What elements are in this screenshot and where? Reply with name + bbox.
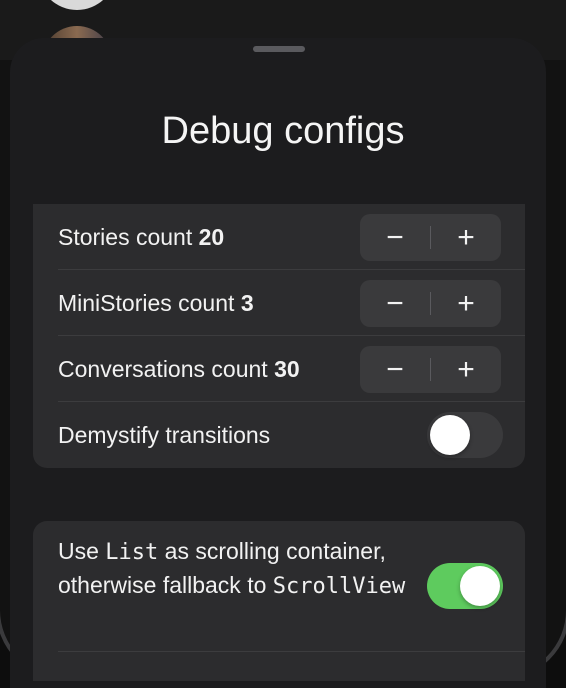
stories-count-label: Stories count 20 bbox=[58, 224, 225, 250]
avatar bbox=[38, 0, 116, 10]
conversations-count-label: Conversations count 30 bbox=[58, 356, 300, 382]
decrement-button[interactable]: − bbox=[360, 346, 430, 393]
toggle-knob bbox=[430, 415, 470, 455]
stories-count-value: 20 bbox=[198, 224, 225, 250]
use-list-toggle[interactable] bbox=[427, 563, 503, 609]
ministories-count-label: MiniStories count 3 bbox=[58, 290, 254, 316]
sheet-grabber[interactable] bbox=[253, 46, 305, 52]
toggle-knob bbox=[460, 566, 500, 606]
scrolling-settings-group: Use List as scrolling container, otherwi… bbox=[33, 521, 525, 681]
ministories-count-row: MiniStories count 3 − + bbox=[33, 270, 525, 336]
increment-button[interactable]: + bbox=[431, 346, 501, 393]
code-list: List bbox=[105, 540, 159, 565]
conversations-count-row: Conversations count 30 − + bbox=[33, 336, 525, 402]
increment-button[interactable]: + bbox=[431, 280, 501, 327]
use-list-label: Use List as scrolling container, otherwi… bbox=[58, 538, 406, 599]
settings-group: Stories count 20 − + MiniStories count 3… bbox=[33, 204, 525, 468]
conversations-count-value: 30 bbox=[274, 356, 300, 382]
increment-button[interactable]: + bbox=[431, 214, 501, 261]
demystify-transitions-row: Demystify transitions bbox=[33, 402, 525, 468]
ministories-count-value: 3 bbox=[240, 290, 254, 316]
code-scrollview: ScrollView bbox=[272, 574, 406, 599]
stories-count-stepper: − + bbox=[360, 214, 501, 261]
stories-count-row: Stories count 20 − + bbox=[33, 204, 525, 270]
demystify-transitions-toggle[interactable] bbox=[427, 412, 503, 458]
sheet-title: Debug configs bbox=[161, 110, 405, 152]
row-divider bbox=[58, 651, 525, 652]
demystify-transitions-label: Demystify transitions bbox=[58, 422, 271, 448]
decrement-button[interactable]: − bbox=[360, 214, 430, 261]
decrement-button[interactable]: − bbox=[360, 280, 430, 327]
conversations-count-stepper: − + bbox=[360, 346, 501, 393]
ministories-count-stepper: − + bbox=[360, 280, 501, 327]
